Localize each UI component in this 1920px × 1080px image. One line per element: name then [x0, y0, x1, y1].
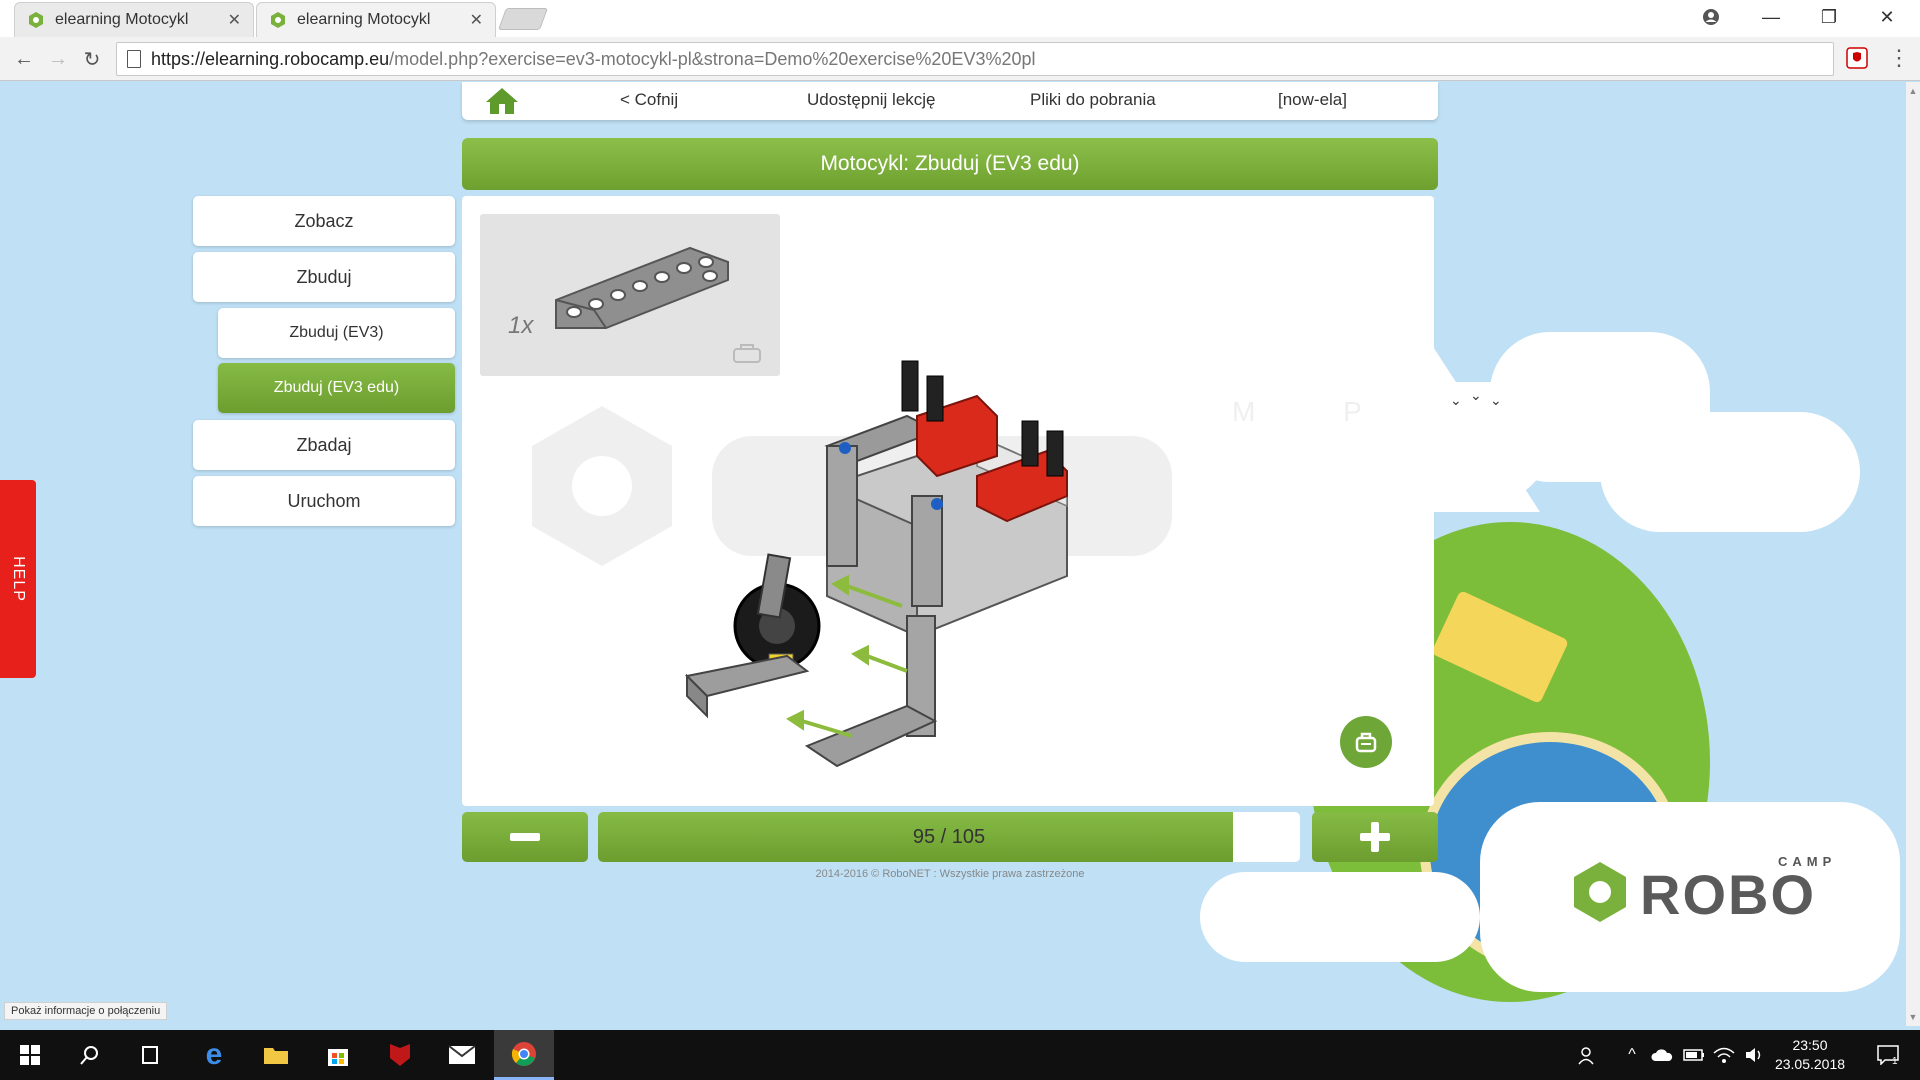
robocamp-logo: CAMP ROBO [1570, 852, 1860, 942]
browser-tab-1[interactable]: elearning Motocykl ✕ [14, 2, 254, 37]
close-window-button[interactable]: ✕ [1862, 0, 1912, 34]
tab-title: elearning Motocykl [55, 11, 189, 28]
forward-arrow-icon[interactable]: → [44, 45, 72, 73]
file-explorer-icon[interactable] [246, 1030, 306, 1080]
status-tooltip: Pokaż informacje o połączeniu [4, 1002, 168, 1020]
lego-model-render [684, 360, 1068, 768]
close-tab-icon[interactable]: ✕ [470, 10, 483, 30]
url-host: https://elearning.robocamp.eu [151, 48, 390, 69]
windows-taskbar: e ^ 23:50 23.05.2018 1 [0, 1030, 1920, 1080]
browser-menu-icon[interactable]: ⋮ [1888, 45, 1910, 73]
action-center-icon[interactable]: 1 [1866, 1030, 1910, 1080]
share-lesson-link[interactable]: Udostępnij lekcję [807, 90, 936, 110]
sidebar-item-zobacz[interactable]: Zobacz [193, 196, 455, 246]
extension-shield-icon[interactable] [1846, 47, 1868, 69]
help-tab[interactable]: HELP [0, 480, 36, 678]
edge-browser-icon[interactable]: e [184, 1030, 244, 1080]
back-link[interactable]: < Cofnij [620, 90, 678, 110]
decor-cloud [1200, 872, 1480, 962]
help-label: HELP [10, 556, 28, 602]
address-bar[interactable]: https://elearning.robocamp.eu/model.php?… [116, 42, 1834, 76]
home-icon[interactable] [484, 86, 520, 116]
browser-tab-2[interactable]: elearning Motocykl ✕ [256, 2, 496, 37]
restore-button[interactable]: ❐ [1804, 0, 1854, 34]
back-arrow-icon[interactable]: ← [10, 45, 38, 73]
browser-toolbar: ← → ↻ https://elearning.robocamp.eu/mode… [0, 37, 1920, 81]
bag-icon [1355, 732, 1377, 753]
decor-bird: ⌄ [1450, 392, 1462, 408]
lesson-nav: < Cofnij Udostępnij lekcję Pliki do pobr… [462, 82, 1438, 120]
decor-bird: ⌄ [1490, 392, 1502, 408]
minus-icon [510, 833, 540, 841]
part-quantity: 1x [508, 312, 534, 339]
page-info-icon[interactable] [127, 50, 141, 68]
reload-icon[interactable]: ↻ [78, 45, 106, 73]
robocamp-favicon [271, 12, 285, 28]
battery-icon[interactable] [1680, 1030, 1708, 1080]
volume-icon[interactable] [1740, 1030, 1768, 1080]
plus-icon [1360, 822, 1390, 852]
notification-count: 1 [1892, 1056, 1898, 1067]
watermark-camp-text: M P [1232, 396, 1402, 427]
build-instruction-panel: M P 1x [462, 196, 1434, 806]
new-tab-button[interactable] [497, 8, 549, 30]
scroll-up-icon[interactable]: ▲ [1908, 86, 1918, 96]
task-view-icon[interactable] [120, 1030, 180, 1080]
page-title-bar: Motocykl: Zbuduj (EV3 edu) [462, 138, 1438, 190]
people-icon[interactable] [1572, 1030, 1604, 1080]
copyright-footer: 2014-2016 © RoboNET : Wszystkie prawa za… [815, 868, 1085, 880]
sidebar-item-zbuduj-ev3-edu[interactable]: Zbuduj (EV3 edu) [218, 363, 455, 413]
windows-start-icon[interactable] [0, 1030, 60, 1080]
store-icon[interactable] [308, 1030, 368, 1080]
sidebar-item-zbadaj[interactable]: Zbadaj [193, 420, 455, 470]
page-scrollbar[interactable]: ▲ ▼ [1906, 82, 1920, 1026]
url-path: /model.php?exercise=ev3-motocykl-pl&stro… [389, 48, 1036, 69]
mcafee-icon[interactable] [370, 1030, 430, 1080]
mail-icon[interactable] [432, 1030, 492, 1080]
sidebar-item-zbuduj[interactable]: Zbuduj [193, 252, 455, 302]
scroll-down-icon[interactable]: ▼ [1908, 1012, 1918, 1022]
step-counter: 95 / 105 [912, 825, 986, 848]
lego-beam-l-icon [555, 246, 729, 329]
robocamp-favicon [29, 12, 43, 28]
decor-bird: ⌄ [1470, 387, 1482, 403]
downloads-link[interactable]: Pliki do pobrania [1030, 90, 1156, 110]
bag-button[interactable] [1340, 716, 1392, 768]
next-step-button[interactable] [1312, 812, 1438, 862]
search-icon[interactable] [60, 1030, 120, 1080]
logo-robo-text: ROBO [1640, 863, 1816, 926]
close-tab-icon[interactable]: ✕ [228, 10, 241, 30]
user-link[interactable]: [now-ela] [1278, 90, 1347, 110]
step-progress-bar: 95 / 105 [598, 812, 1300, 862]
wifi-icon[interactable] [1710, 1030, 1738, 1080]
tab-title: elearning Motocykl [297, 11, 431, 28]
sidebar-item-zbuduj-ev3[interactable]: Zbuduj (EV3) [218, 308, 455, 358]
previous-step-button[interactable] [462, 812, 588, 862]
page-title: Motocykl: Zbuduj (EV3 edu) [820, 152, 1080, 175]
chrome-taskbar-icon[interactable] [494, 1030, 554, 1080]
clock-date: 23.05.2018 [1774, 1056, 1846, 1072]
browser-tabbar: elearning Motocykl ✕ elearning Motocykl … [0, 0, 1920, 37]
sidebar-item-uruchom[interactable]: Uruchom [193, 476, 455, 526]
tray-chevron-up-icon[interactable]: ^ [1620, 1030, 1644, 1080]
decor-cloud [1600, 412, 1860, 532]
onedrive-cloud-icon[interactable] [1648, 1030, 1676, 1080]
profile-icon[interactable] [1686, 0, 1736, 34]
clock-time: 23:50 [1792, 1037, 1828, 1053]
page-viewport: ⌄ ⌄ ⌄ < Cofnij Udostępnij lekcję Pliki d… [0, 82, 1906, 1026]
minimize-button[interactable]: — [1746, 0, 1796, 34]
taskbar-clock[interactable]: 23:50 23.05.2018 [1770, 1036, 1850, 1074]
